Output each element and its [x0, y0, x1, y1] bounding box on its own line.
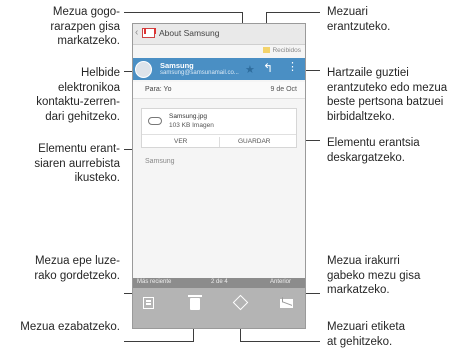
callout-line: erantzuteko.: [327, 20, 391, 33]
chevron-left-icon[interactable]: ‹: [135, 27, 138, 38]
callout-line: dari gehitzeko.: [45, 110, 120, 123]
attachment-actions: VER GUARDAR: [142, 134, 296, 149]
callout-line: kontaktu-zerren-: [36, 96, 120, 109]
callout-line: Hartzaile guztiei: [327, 67, 409, 79]
callout-line: Mezua epe luze-: [34, 255, 120, 267]
callout-line: deskargatzeko.: [327, 151, 405, 164]
phone-screen: ‹ About Samsung Recibidos Samsung samsun…: [132, 23, 306, 329]
navigation-status-bar: Más reciente 2 de 4 Anterior: [133, 278, 305, 288]
tag-icon: [232, 294, 249, 311]
callout-mark-important: Mezua gogo- rarazpen gisa markatzeko.: [50, 5, 120, 49]
attachment-size: 103 KB Imagen: [169, 122, 214, 129]
label-row: Recibidos: [133, 46, 305, 57]
sender-email: samsung@samsunamail.co...: [160, 70, 239, 76]
save-attachment-button[interactable]: GUARDAR: [238, 138, 271, 145]
callout-save-for-later: Mezua epe luze- rako gordetzeko.: [34, 254, 120, 283]
gmail-icon: [142, 28, 155, 38]
avatar[interactable]: [135, 61, 152, 78]
callout-line: Mezua gogo-: [52, 6, 120, 18]
message-subject: About Samsung: [159, 28, 220, 38]
connector-line: [124, 341, 194, 342]
label-button[interactable]: [232, 294, 250, 311]
page-indicator: 2 de 4: [211, 279, 228, 285]
callout-line: at gehitzeko.: [327, 335, 393, 348]
paperclip-icon: [148, 117, 162, 125]
archive-icon: [143, 297, 154, 309]
more-vertical-icon[interactable]: ⋮: [287, 62, 298, 73]
callout-reply-all-forward: Hartzaile guztiei erantzuteko edo mezua …: [327, 66, 447, 124]
app-bar: ‹ About Samsung: [133, 24, 305, 45]
message-body: Samsung: [145, 158, 175, 165]
callout-line: rarazpen gisa: [50, 20, 120, 33]
view-attachment-button[interactable]: VER: [174, 138, 187, 145]
callout-mark-unread: Mezua irakurri gabeko mezu gisa markatze…: [327, 254, 420, 298]
callout-line: elektronikoa: [57, 81, 120, 94]
mark-unread-button[interactable]: [278, 295, 296, 311]
callout-reply: Mezuari erantzuteko.: [327, 5, 390, 34]
callout-line: markatzeko.: [57, 35, 120, 48]
callout-add-contact: Helbide elektronikoa kontaktu-zerren- da…: [36, 66, 120, 124]
callout-line: Mezua ezabatzeko.: [20, 321, 120, 333]
divider: [219, 137, 220, 147]
attachment-filename: Samsung.jpg: [169, 113, 207, 120]
star-icon[interactable]: ★: [245, 63, 255, 76]
callout-line: Elementu erant-: [38, 143, 120, 155]
reply-icon[interactable]: ↰: [263, 61, 273, 75]
older-link[interactable]: Anterior: [270, 279, 291, 285]
callout-line: erantzuteko edo mezua: [327, 81, 448, 94]
connector-line: [124, 12, 242, 13]
callout-line: birbidaltzeko.: [327, 110, 395, 123]
callout-line: ikusteko.: [74, 172, 120, 185]
bottom-toolbar: [133, 288, 305, 328]
callout-download-attachment: Elementu erantsia deskargatzeko.: [327, 136, 420, 165]
callout-line: Mezua irakurri: [327, 255, 400, 267]
callout-delete-message: Mezua ezabatzeko.: [20, 320, 120, 335]
callout-line: rako gordetzeko.: [34, 269, 120, 282]
callout-line: markatzeko.: [327, 284, 390, 297]
callout-line: gabeko mezu gisa: [327, 269, 421, 282]
message-date[interactable]: 9 de Oct: [271, 86, 297, 93]
delete-button[interactable]: [186, 295, 204, 311]
recipient-label: Para: Yo: [145, 86, 172, 93]
callout-line: siaren aurrebista: [34, 157, 120, 170]
callout-line: Mezuari: [327, 6, 368, 18]
sender-name: Samsung: [160, 61, 194, 70]
callout-line: beste pertsona batzuei: [327, 96, 444, 109]
callout-add-label: Mezuari etiketa at gehitzeko.: [327, 320, 405, 349]
mail-icon: [280, 299, 293, 308]
attachment-card: Samsung.jpg 103 KB Imagen VER GUARDAR: [141, 108, 297, 148]
connector-line: [266, 12, 320, 13]
callout-line: Elementu erantsia: [327, 137, 420, 149]
archive-button[interactable]: [140, 295, 158, 311]
callout-line: Mezuari etiketa: [327, 321, 405, 333]
label-tag[interactable]: Recibidos: [263, 47, 301, 54]
newer-link[interactable]: Más reciente: [137, 279, 171, 285]
callout-line: Helbide: [81, 67, 120, 79]
trash-icon: [188, 295, 202, 310]
connector-line: [240, 341, 320, 342]
sender-header: Samsung samsung@samsunamail.co... ★ ↰ ⋮: [133, 58, 305, 80]
recipient-row: Para: Yo 9 de Oct: [133, 82, 305, 99]
callout-preview-attachment: Elementu erant- siaren aurrebista ikuste…: [34, 142, 120, 186]
